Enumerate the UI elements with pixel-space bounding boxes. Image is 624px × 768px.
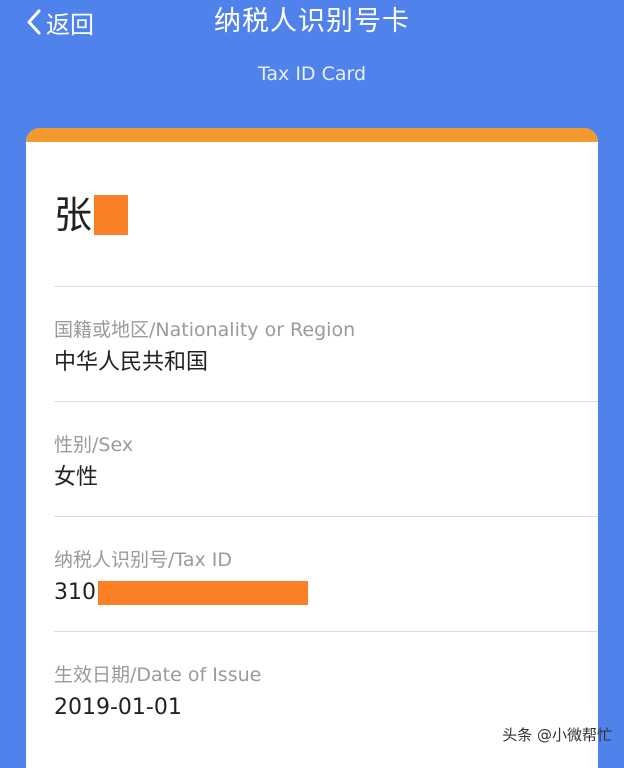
tax-id-card: 张 国籍或地区/Nationality or Region 中华人民共和国 性别… — [26, 128, 598, 768]
name-redaction — [94, 195, 129, 235]
field-date-of-issue: 生效日期/Date of Issue 2019-01-01 — [54, 661, 261, 725]
nationality-label: 国籍或地区/Nationality or Region — [54, 319, 356, 341]
date-of-issue-value: 2019-01-01 — [54, 695, 182, 720]
tax-id-redaction — [98, 581, 308, 605]
sex-label: 性别/Sex — [54, 434, 134, 456]
divider — [54, 286, 598, 287]
holder-name-text: 张 — [54, 193, 93, 237]
date-of-issue-label: 生效日期/Date of Issue — [54, 664, 262, 686]
holder-name: 张 — [54, 190, 129, 240]
divider — [54, 631, 598, 632]
page-title: 纳税人识别号卡 — [214, 6, 410, 37]
divider — [54, 401, 598, 402]
nationality-value: 中华人民共和国 — [54, 350, 209, 375]
tax-id-value: 310 — [54, 580, 96, 605]
card-accent-bar — [26, 128, 598, 142]
page-subtitle: Tax ID Card — [257, 63, 367, 85]
watermark: 头条 @小微帮忙 — [502, 726, 612, 744]
field-tax-id: 纳税人识别号/Tax ID 310 — [54, 546, 308, 610]
tax-id-label: 纳税人识别号/Tax ID — [54, 549, 233, 571]
tax-id-value-row: 310 — [54, 576, 308, 610]
field-nationality: 国籍或地区/Nationality or Region 中华人民共和国 — [54, 316, 355, 380]
sex-value: 女性 — [54, 465, 99, 490]
divider — [54, 516, 598, 517]
header: 返回 纳税人识别号卡 Tax ID Card — [0, 0, 624, 130]
field-sex: 性别/Sex 女性 — [54, 431, 133, 495]
